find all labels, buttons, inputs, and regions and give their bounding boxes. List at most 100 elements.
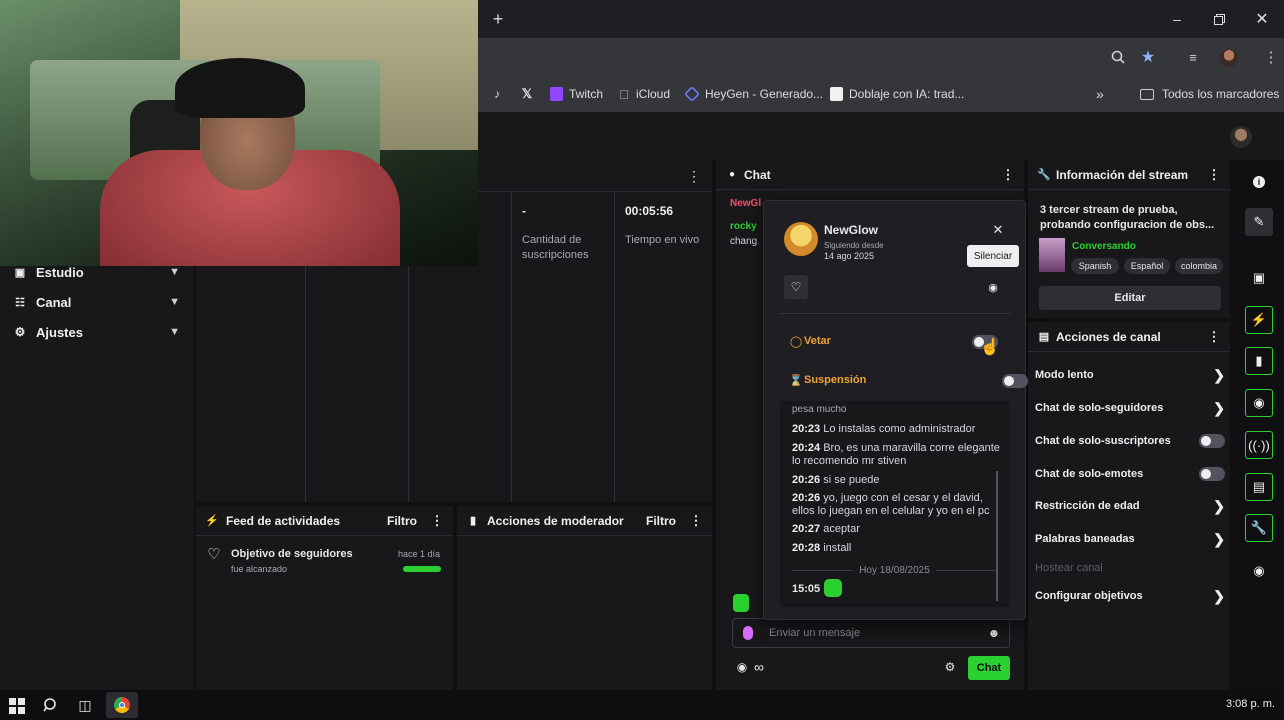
chat-settings-gear-icon[interactable]: ⚙ [943, 660, 957, 674]
action-subscribers-only[interactable]: Chat de solo-suscriptores [1035, 428, 1225, 454]
minimize-icon[interactable]: – [1166, 8, 1188, 30]
history-message-3: 20:26 si se puede [792, 474, 1002, 487]
broadcast-icon[interactable]: ((·)) [1245, 431, 1273, 459]
action-followers-only[interactable]: Chat de solo-seguidores ❯ [1035, 395, 1225, 421]
media-queue-icon[interactable]: ≡ [1185, 49, 1201, 65]
last-message-time: 15:05 [792, 583, 821, 595]
restore-icon[interactable] [1208, 8, 1230, 30]
all-bookmarks-label: Todos los marcadores [1162, 87, 1280, 101]
feed-menu-icon[interactable]: ⋮ [431, 513, 444, 529]
menu-kebab-icon[interactable]: ⋮ [1264, 48, 1279, 66]
stream-info-title: Información del stream [1056, 167, 1189, 182]
feed-title: Feed de actividades [226, 513, 341, 528]
stream-info-header: 🔧 Información del stream ⋮ [1028, 160, 1230, 190]
cursor-pointer: ☝ [980, 339, 1000, 356]
search-icon[interactable] [42, 696, 60, 714]
user-card-username: NewGlow [824, 223, 879, 237]
action-label: Chat de solo-seguidores [1035, 402, 1164, 414]
action-label: Hostear canal [1035, 562, 1103, 574]
category-thumbnail [1039, 238, 1065, 272]
user-avatar[interactable] [1230, 126, 1252, 148]
address-bar: ★ ≡ ⋮ [478, 38, 1284, 76]
feed-filter-button[interactable]: Filtro [387, 514, 417, 528]
history-partial-line: pesa mucho [792, 405, 1002, 415]
category-name[interactable]: Conversando [1072, 241, 1136, 252]
webcam-person-cap [175, 58, 305, 118]
chat-username-1[interactable]: NewGl [730, 198, 761, 209]
bookmark-doblaje[interactable]: Doblaje con IA: trad... [830, 76, 964, 112]
divider-line [935, 569, 997, 571]
action-age-restriction[interactable]: Restricción de edad ❯ [1035, 493, 1225, 519]
pencil-icon[interactable]: ✎ [1245, 208, 1273, 236]
bookmark-twitch[interactable]: Twitch [550, 76, 603, 112]
emote-icon [824, 579, 842, 597]
chat-bubble-icon[interactable]: ◉ [1245, 389, 1273, 417]
chevron-down-icon: ▼ [169, 326, 180, 338]
chat-title: Chat [744, 167, 771, 182]
bookmark-tiktok[interactable]: ♪ [490, 76, 504, 112]
chat-send-button[interactable]: Chat [968, 656, 1010, 680]
wrench-icon[interactable]: 🔧 [1245, 514, 1273, 542]
document-icon[interactable]: ▮ [1245, 347, 1273, 375]
tag-chip[interactable]: colombia [1175, 258, 1223, 274]
channel-actions-menu-icon[interactable]: ⋮ [1208, 329, 1221, 345]
emotes-only-toggle[interactable] [1199, 467, 1225, 481]
modactions-header: ▮ Acciones de moderador Filtro ⋮ [457, 506, 712, 536]
suspend-label: Suspensión [804, 374, 867, 386]
microphone-icon[interactable] [743, 626, 753, 640]
nav-item-canal[interactable]: ☷ Canal ▼ [14, 287, 180, 317]
modactions-filter-button[interactable]: Filtro [646, 514, 676, 528]
x-icon: 𝕏 [521, 86, 533, 101]
stats-menu-icon[interactable]: ⋮ [687, 168, 701, 184]
nav-label: Estudio [36, 264, 84, 280]
chrome-icon-center [119, 702, 125, 708]
bookmark-x[interactable]: 𝕏 [520, 76, 534, 112]
points-icon[interactable]: ◉ [1245, 557, 1273, 585]
studio-icon: ▣ [14, 266, 26, 279]
modactions-menu-icon[interactable]: ⋮ [690, 513, 703, 529]
all-bookmarks[interactable]: Todos los marcadores [1140, 76, 1279, 112]
mute-icon[interactable]: ◉ [986, 279, 1000, 295]
info-icon[interactable]: i [1245, 168, 1273, 196]
edit-button[interactable]: Editar [1039, 286, 1221, 310]
chat-username-2[interactable]: rocky [730, 221, 757, 232]
bookmark-star-icon[interactable]: ★ [1139, 48, 1157, 66]
hourglass-icon: ⌛ [789, 374, 803, 387]
windows-start-icon[interactable] [9, 698, 25, 714]
zoom-icon[interactable] [1110, 49, 1126, 65]
chevron-right-icon: ❯ [1213, 366, 1225, 383]
emoji-icon[interactable]: ☻ [987, 626, 1001, 640]
history-scrollbar[interactable] [996, 471, 998, 601]
action-configure-goals[interactable]: Configurar objetivos ❯ [1035, 583, 1225, 609]
follow-heart-button[interactable]: ♡ [784, 275, 808, 299]
chat-input-placeholder: Enviar un mensaje [769, 627, 861, 639]
close-icon[interactable]: ✕ [990, 222, 1006, 238]
profile-avatar[interactable] [1220, 49, 1238, 67]
bookmark-label: Doblaje con IA: trad... [849, 87, 965, 101]
action-slow-mode[interactable]: Modo lento ❯ [1035, 362, 1225, 388]
action-banned-words[interactable]: Palabras baneadas ❯ [1035, 526, 1225, 552]
tag-chip[interactable]: Español [1124, 258, 1170, 274]
suspend-toggle[interactable] [1002, 374, 1029, 388]
points-icon[interactable]: ◉ [735, 660, 749, 674]
twitch-icon [550, 87, 563, 101]
bookmarks-overflow[interactable]: » [1096, 76, 1104, 112]
focus-icon[interactable]: ▣ [1245, 264, 1273, 292]
action-emotes-only[interactable]: Chat de solo-emotes [1035, 461, 1225, 487]
tag-chip[interactable]: Spanish [1071, 258, 1119, 274]
bookmark-icloud[interactable]:  iCloud [618, 76, 670, 112]
new-tab-plus-icon[interactable]: + [488, 9, 508, 29]
task-view-icon[interactable]: ◫ [76, 696, 94, 714]
wrench-icon: 🔧 [1037, 169, 1051, 181]
bookmark-heygen[interactable]: HeyGen - Generado... [684, 76, 823, 112]
infinity-icon[interactable]: ∞ [751, 659, 767, 675]
channel-actions-icon[interactable]: ▤ [1245, 473, 1273, 501]
subscribers-only-toggle[interactable] [1199, 434, 1225, 448]
chat-input[interactable]: Enviar un mensaje ☻ [732, 618, 1010, 648]
lightning-icon[interactable]: ⚡ [1245, 306, 1273, 334]
chat-menu-icon[interactable]: ⋮ [1002, 167, 1015, 183]
stream-info-menu-icon[interactable]: ⋮ [1208, 167, 1221, 183]
double-chevron-icon: » [1096, 86, 1104, 102]
close-window-icon[interactable]: ✕ [1251, 8, 1273, 30]
nav-item-ajustes[interactable]: ⚙ Ajustes ▼ [14, 317, 180, 347]
